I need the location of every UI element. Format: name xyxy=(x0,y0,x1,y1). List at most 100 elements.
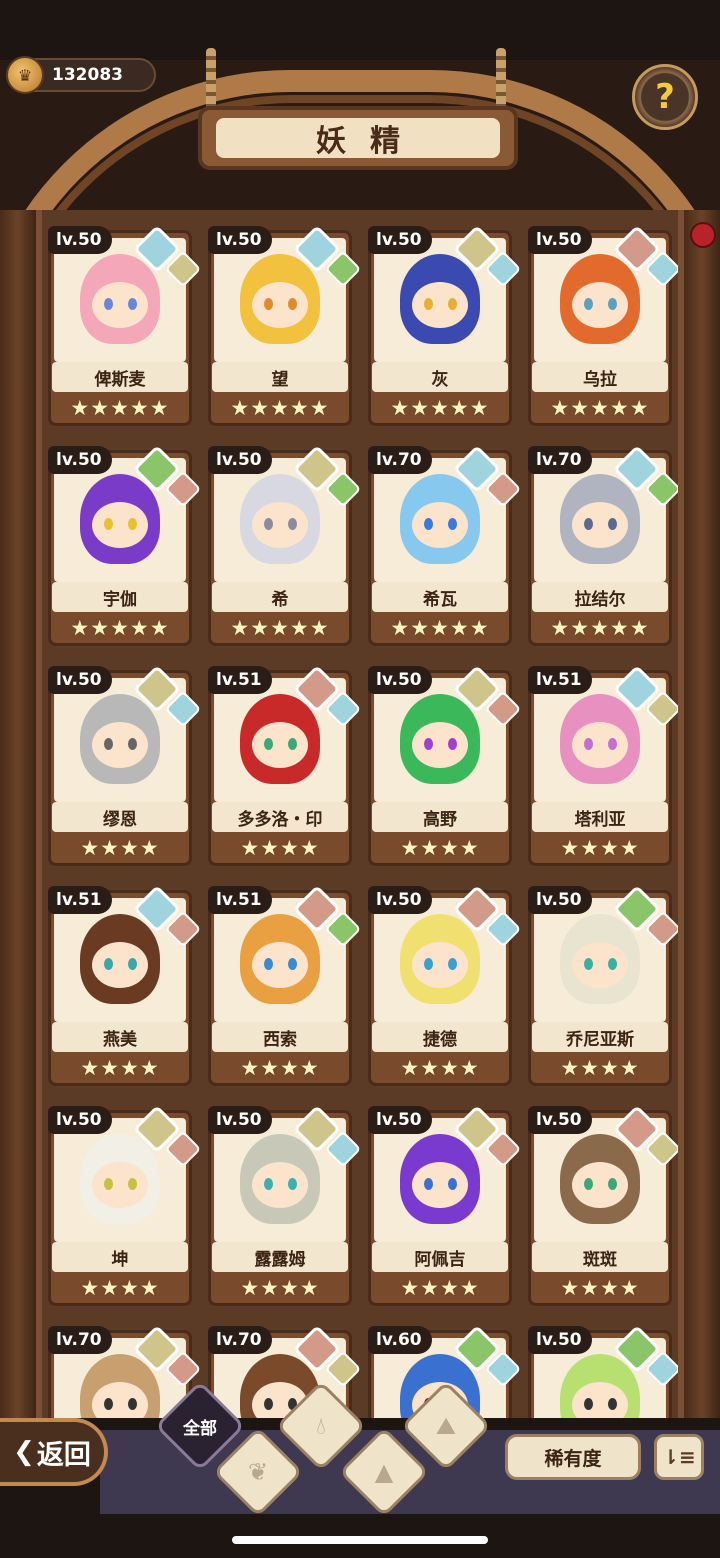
fairy-card[interactable]: lv.50 阿佩吉 ★★★★ xyxy=(364,1102,522,1308)
back-label: 返回 xyxy=(36,1439,91,1471)
level-badge: lv.50 xyxy=(48,666,112,694)
level-badge: lv.50 xyxy=(48,1106,112,1134)
fairy-face xyxy=(572,1162,628,1208)
fairy-card[interactable]: lv.50 俾斯麦 ★★★★★ xyxy=(44,222,202,428)
fairy-card[interactable]: lv.50 宇伽 ★★★★★ xyxy=(44,442,202,648)
filter-all-label: 全部 xyxy=(183,1418,217,1439)
fairy-name: 斑斑 xyxy=(532,1242,668,1272)
fairy-eye-right xyxy=(608,1178,617,1190)
fairy-eye-right xyxy=(608,1398,617,1410)
back-button[interactable]: ❮ 返回 xyxy=(0,1418,108,1486)
fairy-eye-left xyxy=(104,298,113,310)
fairy-face xyxy=(572,502,628,548)
fairy-face xyxy=(412,1162,468,1208)
fairy-card[interactable]: lv.50 望 ★★★★★ xyxy=(204,222,362,428)
fairy-eye-right xyxy=(128,518,137,530)
fairy-card-panel[interactable]: lv.50 俾斯麦 ★★★★★ lv.50 望 ★★★★★ lv.50 灰 ★★★★★ lv.50… xyxy=(36,210,684,1440)
level-badge: lv.60 xyxy=(368,1326,432,1354)
level-badge: lv.50 xyxy=(48,226,112,254)
fairy-face xyxy=(252,282,308,328)
fairy-face xyxy=(252,722,308,768)
fairy-eye-right xyxy=(448,1178,457,1190)
fairy-card[interactable]: lv.70 希瓦 ★★★★★ xyxy=(364,442,522,648)
fairy-name: 多多洛・印 xyxy=(212,802,348,832)
fairy-card[interactable]: lv.51 多多洛・印 ★★★★ xyxy=(204,662,362,868)
fairy-eye-left xyxy=(104,1178,113,1190)
star-rating: ★★★★ xyxy=(240,1276,320,1300)
level-badge: lv.50 xyxy=(528,1326,592,1354)
level-badge: lv.70 xyxy=(368,446,432,474)
fairy-face xyxy=(412,502,468,548)
fairy-face xyxy=(92,282,148,328)
fairy-face xyxy=(252,1162,308,1208)
mountain-icon: ⛰︎ xyxy=(435,1412,457,1440)
fairy-card[interactable]: lv.51 西索 ★★★★ xyxy=(204,882,362,1088)
fairy-card[interactable]: lv.70 拉结尔 ★★★★★ xyxy=(524,442,678,648)
fairy-card[interactable]: lv.50 捷德 ★★★★ xyxy=(364,882,522,1088)
currency-value: 132083 xyxy=(52,65,123,85)
fairy-eye-right xyxy=(448,298,457,310)
sprout-icon: ❦ xyxy=(247,1458,269,1486)
fairy-face xyxy=(572,722,628,768)
level-badge: lv.50 xyxy=(208,1106,272,1134)
home-indicator xyxy=(232,1536,488,1544)
fairy-eye-left xyxy=(264,1398,273,1410)
fairy-face xyxy=(412,942,468,988)
fairy-card[interactable]: lv.50 希 ★★★★★ xyxy=(204,442,362,648)
fairy-card[interactable]: lv.50 斑斑 ★★★★ xyxy=(524,1102,678,1308)
level-badge: lv.50 xyxy=(368,1106,432,1134)
fairy-card[interactable]: lv.50 乌拉 ★★★★★ xyxy=(524,222,678,428)
fairy-eye-left xyxy=(264,518,273,530)
fairy-eye-right xyxy=(448,738,457,750)
fairy-card[interactable]: lv.50 坤 ★★★★ xyxy=(44,1102,202,1308)
fairy-name: 燕美 xyxy=(52,1022,188,1052)
star-rating: ★★★★ xyxy=(80,1056,160,1080)
level-badge: lv.51 xyxy=(208,886,272,914)
fairy-eye-right xyxy=(608,738,617,750)
fairy-eye-right xyxy=(288,958,297,970)
level-badge: lv.70 xyxy=(208,1326,272,1354)
fairy-card[interactable]: lv.50 乔尼亚斯 ★★★★ xyxy=(524,882,678,1088)
fairy-name: 露露姆 xyxy=(212,1242,348,1272)
fairy-card[interactable]: lv.50 灰 ★★★★★ xyxy=(364,222,522,428)
fairy-card[interactable]: lv.51 燕美 ★★★★ xyxy=(44,882,202,1088)
fairy-card[interactable]: lv.51 塔利亚 ★★★★ xyxy=(524,662,678,868)
fairy-card[interactable]: lv.50 缪恩 ★★★★ xyxy=(44,662,202,868)
fairy-name: 灰 xyxy=(372,362,508,392)
fairy-face xyxy=(92,942,148,988)
rarity-sort-button[interactable]: 稀有度 xyxy=(505,1434,641,1480)
level-badge: lv.50 xyxy=(48,446,112,474)
fairy-eye-right xyxy=(128,1398,137,1410)
sort-order-button[interactable]: ⇂≡ xyxy=(654,1434,704,1480)
fairy-card[interactable]: lv.50 高野 ★★★★ xyxy=(364,662,522,868)
fairy-name: 缪恩 xyxy=(52,802,188,832)
fairy-eye-right xyxy=(288,518,297,530)
level-badge: lv.50 xyxy=(528,886,592,914)
level-badge: lv.50 xyxy=(368,886,432,914)
fairy-eye-left xyxy=(104,738,113,750)
fairy-eye-left xyxy=(424,298,433,310)
star-rating: ★★★★ xyxy=(400,1276,480,1300)
coin-icon: ♛ xyxy=(6,56,44,94)
rarity-label: 稀有度 xyxy=(544,1447,602,1470)
fairy-eye-left xyxy=(264,738,273,750)
star-rating: ★★★★★ xyxy=(390,396,490,420)
fairy-eye-right xyxy=(608,958,617,970)
star-rating: ★★★★ xyxy=(400,1056,480,1080)
fairy-card[interactable]: lv.50 露露姆 ★★★★ xyxy=(204,1102,362,1308)
help-button[interactable]: ? xyxy=(632,64,698,130)
star-rating: ★★★★★ xyxy=(70,616,170,640)
fairy-name: 希 xyxy=(212,582,348,612)
fairy-eye-right xyxy=(608,518,617,530)
fairy-name: 乌拉 xyxy=(532,362,668,392)
fairy-eye-right xyxy=(128,298,137,310)
fairy-face xyxy=(572,282,628,328)
star-rating: ★★★★★ xyxy=(390,616,490,640)
fairy-eye-right xyxy=(128,738,137,750)
fairy-eye-left xyxy=(264,298,273,310)
sort-icon: ⇂≡ xyxy=(662,1445,696,1469)
fairy-face xyxy=(92,722,148,768)
fairy-name: 塔利亚 xyxy=(532,802,668,832)
earth-icon: ▲ xyxy=(374,1458,394,1486)
star-rating: ★★★★★ xyxy=(550,616,650,640)
